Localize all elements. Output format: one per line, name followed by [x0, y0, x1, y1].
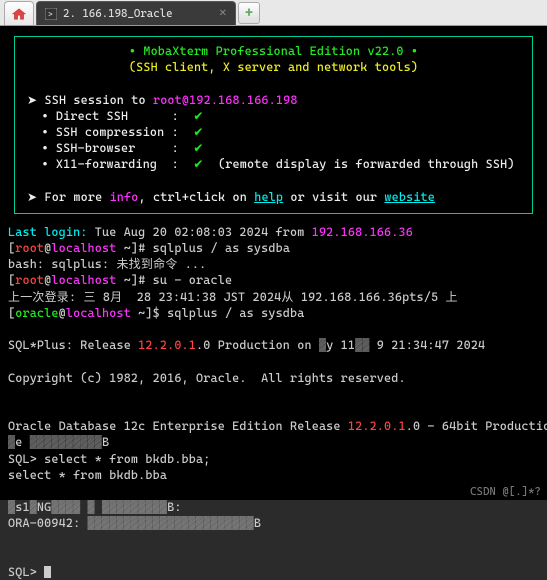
check-icon: ✔	[193, 157, 203, 171]
new-tab-button[interactable]: +	[238, 2, 260, 24]
banner-title: • MobaXterm Professional Edition v22.0 •	[129, 44, 418, 58]
close-icon[interactable]: ✕	[219, 8, 227, 19]
ora-error: ORA-00942: ▓▓▓▓▓▓▓▓▓▓▓▓▓▓▓▓▓▓▓▓▓▓▓B	[8, 515, 539, 531]
sql-prompt: SQL>	[8, 565, 44, 579]
watermark: CSDN @[.]*?	[470, 485, 541, 498]
tab-bar: > 2. 166.198_Oracle ✕ +	[0, 0, 547, 26]
last-login-label: Last login:	[8, 225, 88, 239]
banner-subtitle: (SSH client, X server and network tools)	[129, 60, 418, 74]
svg-text:>: >	[48, 10, 53, 19]
check-icon: ✔	[193, 109, 203, 123]
banner: • MobaXterm Professional Edition v22.0 •…	[14, 36, 533, 214]
session-target: root@192.168.166.198	[153, 93, 298, 107]
session-label: ➤ SSH session to	[27, 93, 153, 107]
help-link[interactable]: help	[254, 190, 283, 204]
website-link[interactable]: website	[384, 190, 435, 204]
sql-command: SQL> select * from bkdb.bba;	[8, 451, 539, 467]
session-tab[interactable]: > 2. 166.198_Oracle ✕	[36, 1, 236, 25]
home-tab[interactable]	[4, 1, 34, 25]
home-icon	[11, 7, 27, 21]
check-icon: ✔	[193, 141, 203, 155]
tab-title: 2. 166.198_Oracle	[63, 7, 173, 20]
check-icon: ✔	[193, 125, 203, 139]
terminal-icon: >	[45, 8, 57, 20]
bash-error: bash: sqlplus: 未找到命令 ...	[8, 256, 539, 272]
cursor	[44, 566, 51, 578]
terminal-pane[interactable]: • MobaXterm Professional Edition v22.0 •…	[0, 26, 547, 500]
